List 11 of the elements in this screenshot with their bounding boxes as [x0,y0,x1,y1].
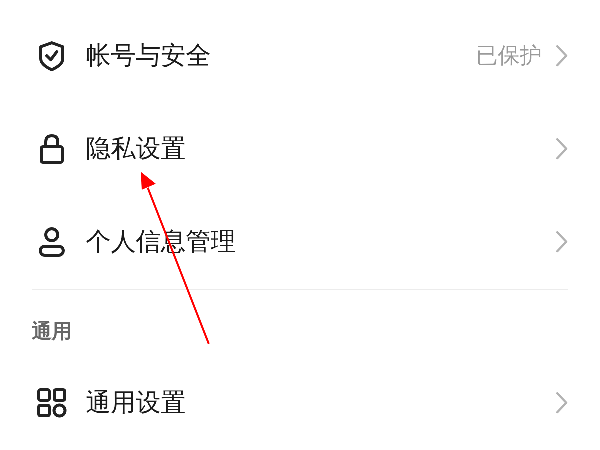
menu-item-label[interactable]: 通用设置 [86,386,556,419]
person-icon [36,226,68,258]
menu-item-label[interactable]: 帐号与安全 [86,39,476,72]
menu-item-label[interactable]: 隐私设置 [86,132,556,165]
chevron-icon[interactable] [556,138,568,160]
status-text: 已保护 [476,42,542,70]
grid-icon [36,386,68,418]
chevron-icon[interactable] [556,44,568,66]
chevron-icon[interactable] [556,392,568,414]
section-header: 通用 [31,318,73,345]
chevron-icon[interactable] [556,230,568,252]
